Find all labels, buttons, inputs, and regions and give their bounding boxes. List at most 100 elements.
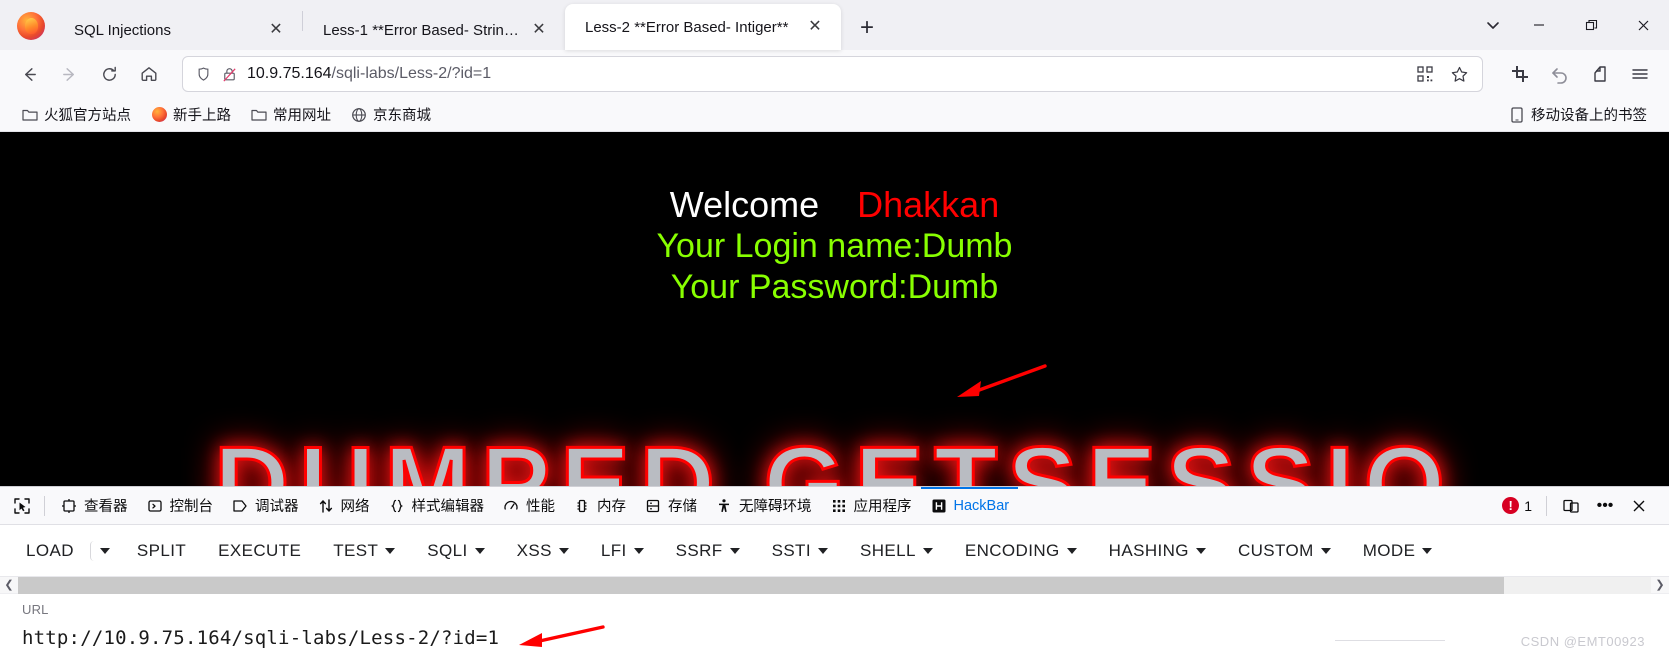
qr-code-icon[interactable] <box>1410 59 1440 89</box>
tab-less-1[interactable]: Less-1 **Error Based- String** ✕ <box>303 10 565 50</box>
devtools-tab-performance[interactable]: 性能 <box>493 487 564 525</box>
page-content: Welcome Dhakkan Your Login name:Dumb Your… <box>0 132 1669 486</box>
bookmark-item-huohu[interactable]: 火狐官方站点 <box>14 100 139 129</box>
devtools-tab-application[interactable]: 应用程序 <box>821 487 921 525</box>
hackbar-lfi-button[interactable]: LFI <box>585 534 660 568</box>
devtools-tab-label: 存储 <box>668 499 697 515</box>
screenshot-icon[interactable] <box>1501 55 1539 93</box>
scrollbar-thumb[interactable] <box>18 576 1505 594</box>
address-bar-actions <box>1410 59 1474 89</box>
tab-less-2[interactable]: Less-2 **Error Based- Intiger** ✕ <box>565 4 841 50</box>
hamburger-menu-icon[interactable] <box>1621 55 1659 93</box>
debugger-icon <box>231 497 249 515</box>
bookmarks-toolbar: 火狐官方站点 新手上路 常用网址 京东商城 移动设备上的书签 <box>0 98 1669 132</box>
url-text[interactable]: 10.9.75.164/sqli-labs/Less-2/?id=1 <box>247 65 1401 83</box>
hackbar-button-label: EXECUTE <box>218 540 302 560</box>
hackbar-encoding-button[interactable]: ENCODING <box>949 534 1093 568</box>
hackbar-button-label: TEST <box>333 540 379 560</box>
undo-arrow-icon[interactable] <box>1541 55 1579 93</box>
hackbar-ssti-button[interactable]: SSTI <box>756 534 844 568</box>
page-banner-letters: DUMPED GETSESSIO <box>213 425 1455 487</box>
bookmark-item-jingdong[interactable]: 京东商城 <box>343 100 439 129</box>
bookmark-item-changyong[interactable]: 常用网址 <box>243 100 339 129</box>
hackbar-execute-button[interactable]: EXECUTE <box>202 534 317 568</box>
phone-icon <box>1509 106 1525 123</box>
scrollbar-track[interactable] <box>18 576 1651 594</box>
back-button[interactable] <box>10 55 48 93</box>
devtools-tab-inspector[interactable]: 查看器 <box>51 487 137 525</box>
url-path: /sqli-labs/Less-2/?id=1 <box>331 65 492 82</box>
hackbar-load-dropdown[interactable] <box>89 540 119 561</box>
new-tab-button[interactable]: + <box>849 10 885 46</box>
home-button[interactable] <box>130 55 168 93</box>
chevron-down-icon <box>729 547 740 554</box>
lock-crossed-icon[interactable] <box>221 66 238 83</box>
hackbar-button-label: MODE <box>1362 540 1416 560</box>
devtools-tab-storage[interactable]: 存储 <box>635 487 706 525</box>
devtools-tab-accessibility[interactable]: 无障碍环境 <box>706 487 821 525</box>
close-devtools-icon[interactable] <box>1623 491 1655 521</box>
devtools-tab-hackbar[interactable]: HackBar <box>920 486 1019 525</box>
browser-window: SQL Injections ✕ Less-1 **Error Based- S… <box>0 0 1669 655</box>
hackbar-button-label: SSRF <box>675 540 723 560</box>
devtools-tab-console[interactable]: 控制台 <box>137 487 223 525</box>
devtools-tab-debugger[interactable]: 调试器 <box>222 487 308 525</box>
chevron-down-icon <box>99 547 110 554</box>
tabstrip-right-controls <box>1473 0 1669 50</box>
bookmark-item-mobile[interactable]: 移动设备上的书签 <box>1501 100 1655 129</box>
accessibility-icon <box>715 497 733 515</box>
hackbar-horizontal-scrollbar[interactable]: ❮ ❯ <box>0 576 1669 594</box>
hackbar-load-button[interactable]: LOAD <box>10 534 90 568</box>
chevron-down-icon <box>1066 547 1077 554</box>
style-editor-icon <box>388 497 406 515</box>
close-window-button[interactable] <box>1617 0 1669 50</box>
forward-button[interactable] <box>50 55 88 93</box>
scroll-left-icon[interactable]: ❮ <box>0 579 18 591</box>
reload-button[interactable] <box>90 55 128 93</box>
hackbar-sqli-button[interactable]: SQLI <box>411 534 500 568</box>
bookmark-item-xinshou[interactable]: 新手上路 <box>143 100 239 129</box>
hackbar-hashing-button[interactable]: HASHING <box>1093 534 1222 568</box>
scroll-right-icon[interactable]: ❯ <box>1651 579 1669 591</box>
responsive-design-icon[interactable] <box>1555 491 1587 521</box>
chevron-down-icon <box>1422 547 1433 554</box>
chevron-down-icon <box>558 547 569 554</box>
address-bar[interactable]: 10.9.75.164/sqli-labs/Less-2/?id=1 <box>182 56 1483 92</box>
bookmark-label: 新手上路 <box>173 108 231 124</box>
list-all-tabs-icon[interactable] <box>1473 5 1513 45</box>
hackbar-url-input[interactable]: http://10.9.75.164/sqli-labs/Less-2/?id=… <box>22 617 499 655</box>
error-count-badge[interactable]: ! 1 <box>1496 497 1538 514</box>
maximize-button[interactable] <box>1565 0 1617 50</box>
element-picker-icon[interactable] <box>6 492 38 520</box>
hackbar-xss-button[interactable]: XSS <box>501 534 585 568</box>
more-tools-icon[interactable]: ••• <box>1589 491 1621 521</box>
pocket-icon[interactable] <box>1581 55 1619 93</box>
star-icon[interactable] <box>1444 59 1474 89</box>
welcome-name: Dhakkan <box>857 184 1000 225</box>
close-icon[interactable]: ✕ <box>529 20 549 40</box>
minimize-button[interactable] <box>1513 0 1565 50</box>
devtools-tab-style-editor[interactable]: 样式编辑器 <box>379 487 494 525</box>
hackbar-button-label: SQLI <box>427 540 468 560</box>
hackbar-mode-button[interactable]: MODE <box>1347 534 1449 568</box>
hackbar-button-label: LFI <box>600 540 627 560</box>
tab-sql-injections[interactable]: SQL Injections ✕ <box>54 10 302 50</box>
hackbar-ssrf-button[interactable]: SSRF <box>660 534 756 568</box>
devtools-tab-network[interactable]: 网络 <box>308 487 379 525</box>
hackbar-split-button[interactable]: SPLIT <box>121 534 202 568</box>
toolbar-right-buttons <box>1501 55 1659 93</box>
hackbar-test-button[interactable]: TEST <box>317 534 411 568</box>
chevron-down-icon <box>1320 547 1331 554</box>
shield-icon[interactable] <box>195 66 212 83</box>
navigation-toolbar: 10.9.75.164/sqli-labs/Less-2/?id=1 <box>0 50 1669 98</box>
devtools-tab-memory[interactable]: 内存 <box>564 487 635 525</box>
error-count: 1 <box>1524 497 1532 514</box>
close-icon[interactable]: ✕ <box>266 20 286 40</box>
firefox-logo-icon <box>14 9 48 43</box>
close-icon[interactable]: ✕ <box>805 17 825 37</box>
annotation-arrow-url <box>513 624 605 652</box>
hackbar-shell-button[interactable]: SHELL <box>844 534 949 568</box>
hackbar-custom-button[interactable]: CUSTOM <box>1222 534 1347 568</box>
hackbar-url-label: URL <box>22 602 49 617</box>
bookmark-label: 京东商城 <box>373 108 431 124</box>
